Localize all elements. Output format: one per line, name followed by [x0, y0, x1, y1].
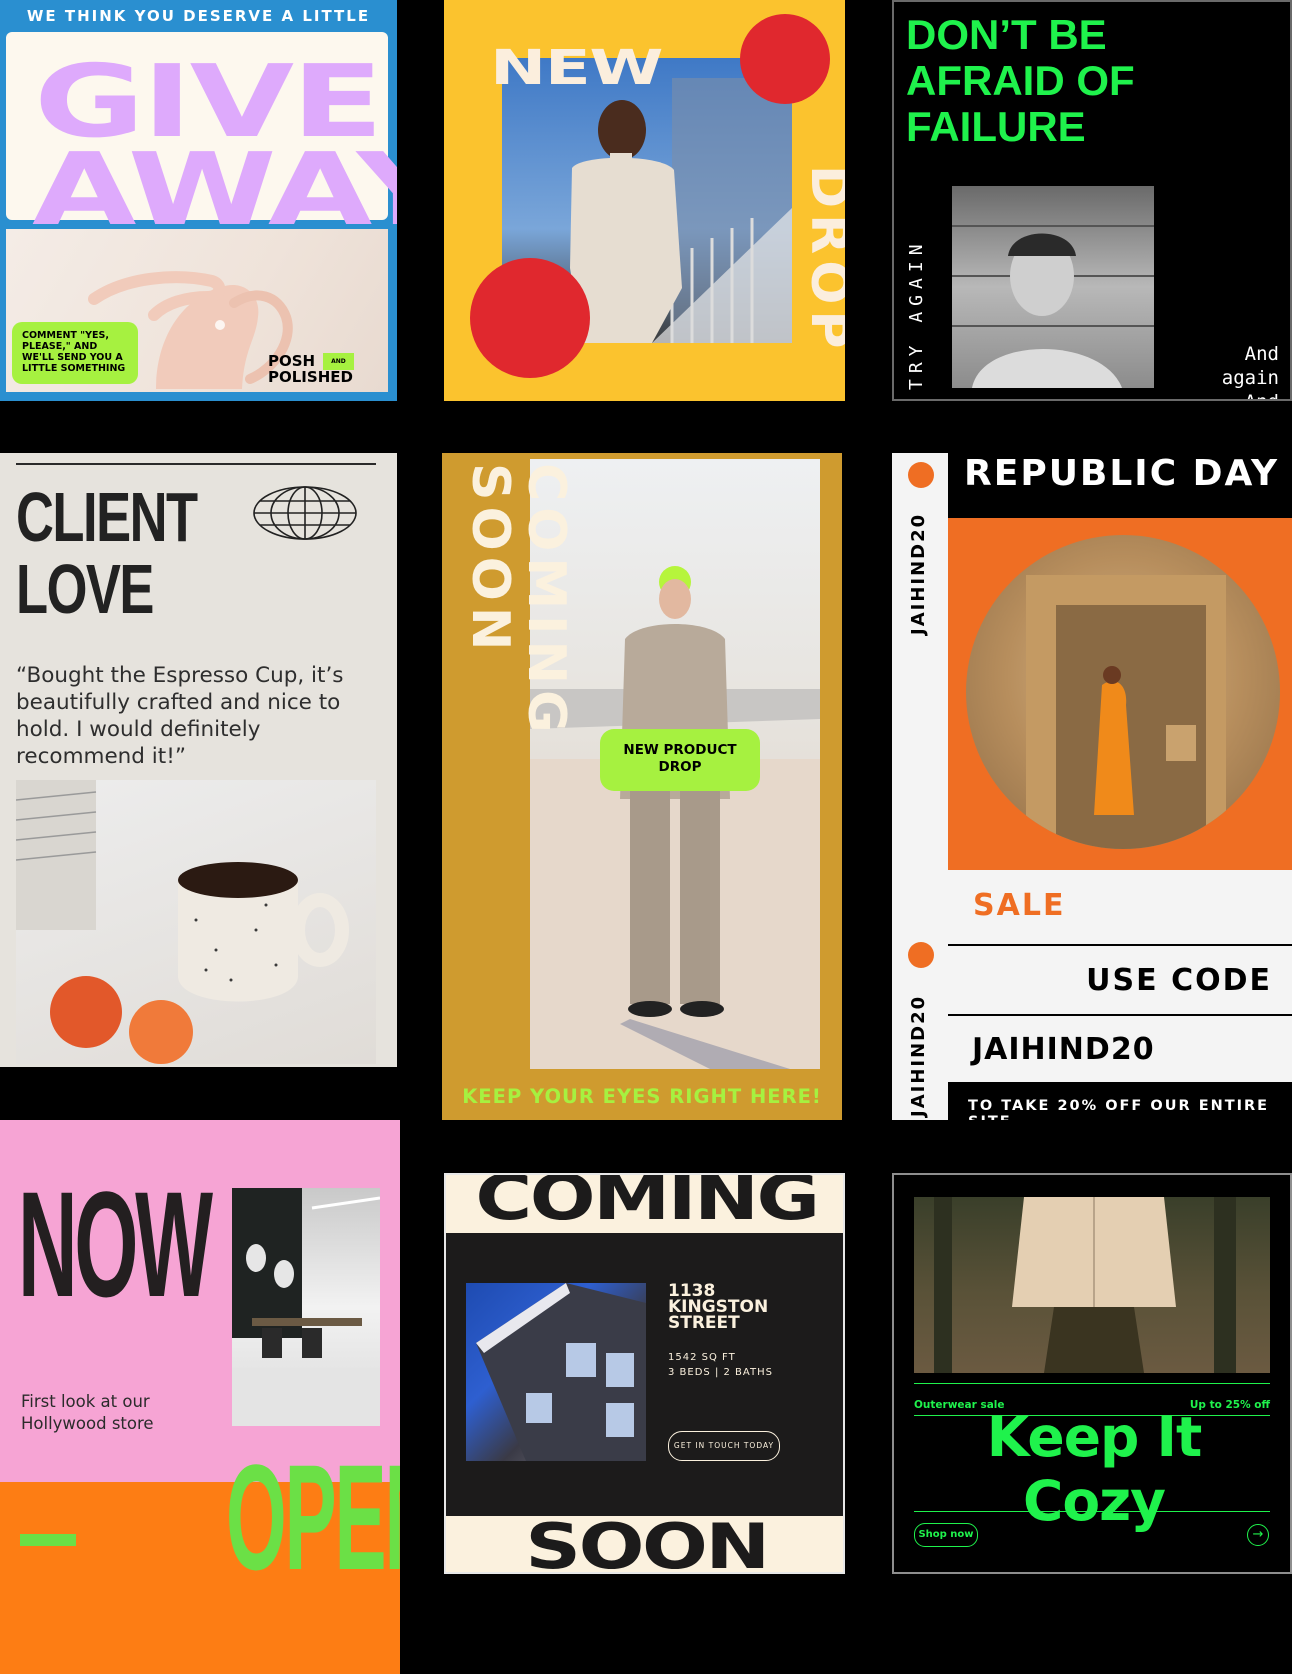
client-love-card: CLIENT LOVE “Bought the Espresso Cup, it…: [0, 453, 397, 1067]
property-sqft: 1542 SQ FT: [668, 1352, 736, 1363]
giveaway-card: WE THINK YOU DESERVE A LITTLE TREAT GIVE…: [0, 0, 397, 401]
building-photo: [466, 1283, 646, 1461]
green-dash: [20, 1534, 76, 1546]
giveaway-title-line2: AWAY: [32, 131, 397, 248]
vertical-code-bottom: JAIHIND20: [908, 994, 929, 1117]
property-beds: 3 BEDS | 2 BATHS: [668, 1367, 773, 1378]
top-rule: [16, 463, 376, 465]
try-again-label: TRY AGAIN: [906, 238, 927, 390]
property-address: 1138 KINGSTON STREET: [668, 1281, 769, 1333]
posh-polished-logo: POSH AND POLISHED: [268, 353, 354, 385]
jacket-photo: [914, 1197, 1270, 1373]
new-drop-card: NEW DROP: [444, 0, 845, 401]
and-again-line1: And again: [1221, 343, 1279, 389]
coming-soon-vertical: COMING SOON: [460, 463, 576, 739]
get-in-touch-button[interactable]: GET IN TOUCH TODAY: [668, 1431, 780, 1461]
republic-day-title: REPUBLIC DAY: [964, 453, 1280, 494]
republic-footer: TO TAKE 20% OFF OUR ENTIRE SITE: [968, 1098, 1270, 1120]
portrait-photo: [952, 186, 1154, 388]
giveaway-comment-bubble: COMMENT "YES, PLEASE," AND WE'LL SEND YO…: [12, 322, 138, 384]
shop-now-button[interactable]: Shop now: [914, 1523, 978, 1547]
orange-dot-bottom: [908, 942, 934, 968]
keep-it-cozy-card: Outerwear sale Up to 25% off Keep It Coz…: [892, 1173, 1292, 1574]
vertical-strip: JAIHIND20 JAIHIND20: [892, 453, 948, 1120]
bottom-band: SOON: [446, 1510, 843, 1574]
use-code-row: USE CODE: [948, 944, 1292, 1014]
client-love-title-line2: LOVE: [16, 550, 154, 628]
coming-word: COMING: [475, 1173, 820, 1234]
arrow-right-icon[interactable]: →: [1247, 1524, 1269, 1546]
keep-it-cozy-headline: Keep It Cozy: [986, 1405, 1203, 1533]
new-product-drop-pill: NEW PRODUCT DROP: [600, 729, 760, 791]
new-drop-word-drop: DROP: [799, 165, 845, 355]
open-word: OPEN: [226, 1433, 400, 1601]
new-drop-word-new: NEW: [490, 40, 663, 96]
and-again-line2: And again: [1179, 390, 1279, 399]
giveaway-title-panel: GIVE AWAY: [6, 32, 397, 240]
client-quote: “Bought the Espresso Cup, it’s beautiful…: [16, 663, 344, 769]
top-band: COMING: [446, 1173, 843, 1234]
vertical-code-top: JAIHIND20: [908, 512, 929, 635]
republic-day-card: JAIHIND20 JAIHIND20 REPUBLIC DAY SALE US…: [892, 453, 1292, 1120]
brand-word2: POLISHED: [268, 368, 353, 386]
giveaway-title-line1: GIVE: [34, 43, 384, 160]
giveaway-tagline: WE THINK YOU DESERVE A LITTLE TREAT: [26, 7, 371, 57]
coming-soon-footer: KEEP YOUR EYES RIGHT HERE!: [462, 1085, 822, 1108]
top-divider: [914, 1383, 1270, 1384]
now-open-card: NOW First look at our Hollywood store OP…: [0, 1120, 400, 1674]
store-subtitle: First look at our Hollywood store: [21, 1392, 154, 1433]
salon-photo: [232, 1188, 380, 1426]
red-circle-bottom: [470, 258, 590, 378]
globe-icon: [253, 486, 357, 540]
doorway-photo: [966, 535, 1280, 849]
failure-headline: DON’T BE AFRAID OF FAILURE: [906, 11, 1135, 150]
code-row: JAIHIND20: [948, 1014, 1292, 1082]
sale-row: SALE: [948, 870, 1292, 944]
red-circle-top: [740, 14, 830, 104]
real-estate-card: COMING 1138 KINGSTON STREET 1542 SQ FT 3…: [444, 1173, 845, 1574]
failure-card: DON’T BE AFRAID OF FAILURE TRY AGAIN And…: [892, 0, 1292, 401]
client-love-title: CLIENT LOVE: [16, 478, 198, 628]
soon-word: SOON: [525, 1510, 770, 1574]
coming-soon-card: COMING SOON NEW PRODUCT DROP KEEP YOUR E…: [442, 453, 842, 1120]
and-again-text: And again And again: [1179, 342, 1279, 399]
client-love-title-line1: CLIENT: [16, 478, 198, 556]
orange-dot-top: [908, 462, 934, 488]
promo-code: JAIHIND20: [972, 1032, 1155, 1067]
bottom-divider: [914, 1511, 1270, 1512]
sale-label: SALE: [973, 888, 1066, 923]
property-details: 1542 SQ FT 3 BEDS | 2 BATHS: [668, 1350, 773, 1380]
use-code-label: USE CODE: [1086, 963, 1272, 998]
now-word: NOW: [18, 1160, 213, 1328]
espresso-cup-photo: [16, 780, 376, 1064]
